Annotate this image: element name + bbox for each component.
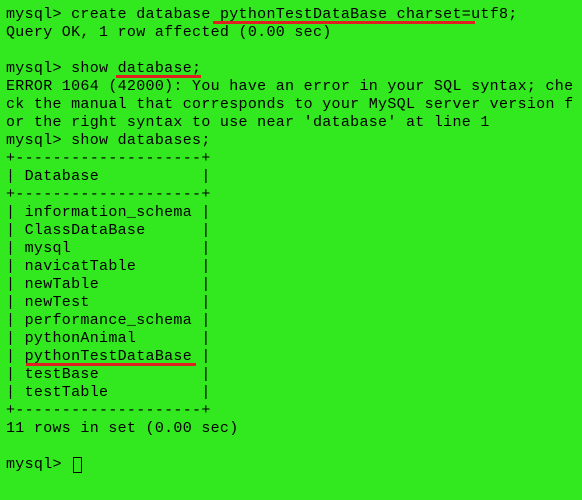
table-row: | performance_schema | (6, 312, 576, 330)
command-line-3: mysql> show databases; (6, 132, 576, 150)
command-3: show databases; (71, 132, 211, 149)
cursor-icon (73, 457, 82, 473)
table-row: | ClassDataBase | (6, 222, 576, 240)
table-border-mid: +--------------------+ (6, 186, 576, 204)
command-line-2: mysql> show database; (6, 60, 576, 78)
error-line-3: or the right syntax to use near 'databas… (6, 114, 576, 132)
table-row: | information_schema | (6, 204, 576, 222)
table-border-top: +--------------------+ (6, 150, 576, 168)
table-row: | testBase | (6, 366, 576, 384)
table-row: | newTable | (6, 276, 576, 294)
prompt-line[interactable]: mysql> (6, 456, 576, 474)
error-line-1: ERROR 1064 (42000): You have an error in… (6, 78, 576, 96)
error-line-2: ck the manual that corresponds to your M… (6, 96, 576, 114)
blank-line (6, 438, 576, 456)
prompt: mysql> (6, 6, 71, 23)
command-line-1: mysql> create database pythonTestDataBas… (6, 6, 576, 24)
prompt: mysql> (6, 132, 71, 149)
table-row: | navicatTable | (6, 258, 576, 276)
table-row: | testTable | (6, 384, 576, 402)
table-row: | pythonTestDataBase | (6, 348, 576, 366)
result-summary: 11 rows in set (0.00 sec) (6, 420, 576, 438)
table-header: | Database | (6, 168, 576, 186)
table-row: | pythonAnimal | (6, 330, 576, 348)
table-border-bottom: +--------------------+ (6, 402, 576, 420)
response-1: Query OK, 1 row affected (0.00 sec) (6, 24, 576, 42)
blank-line (6, 42, 576, 60)
prompt: mysql> (6, 60, 71, 77)
table-row: | newTest | (6, 294, 576, 312)
prompt: mysql> (6, 456, 71, 473)
table-row: | mysql | (6, 240, 576, 258)
